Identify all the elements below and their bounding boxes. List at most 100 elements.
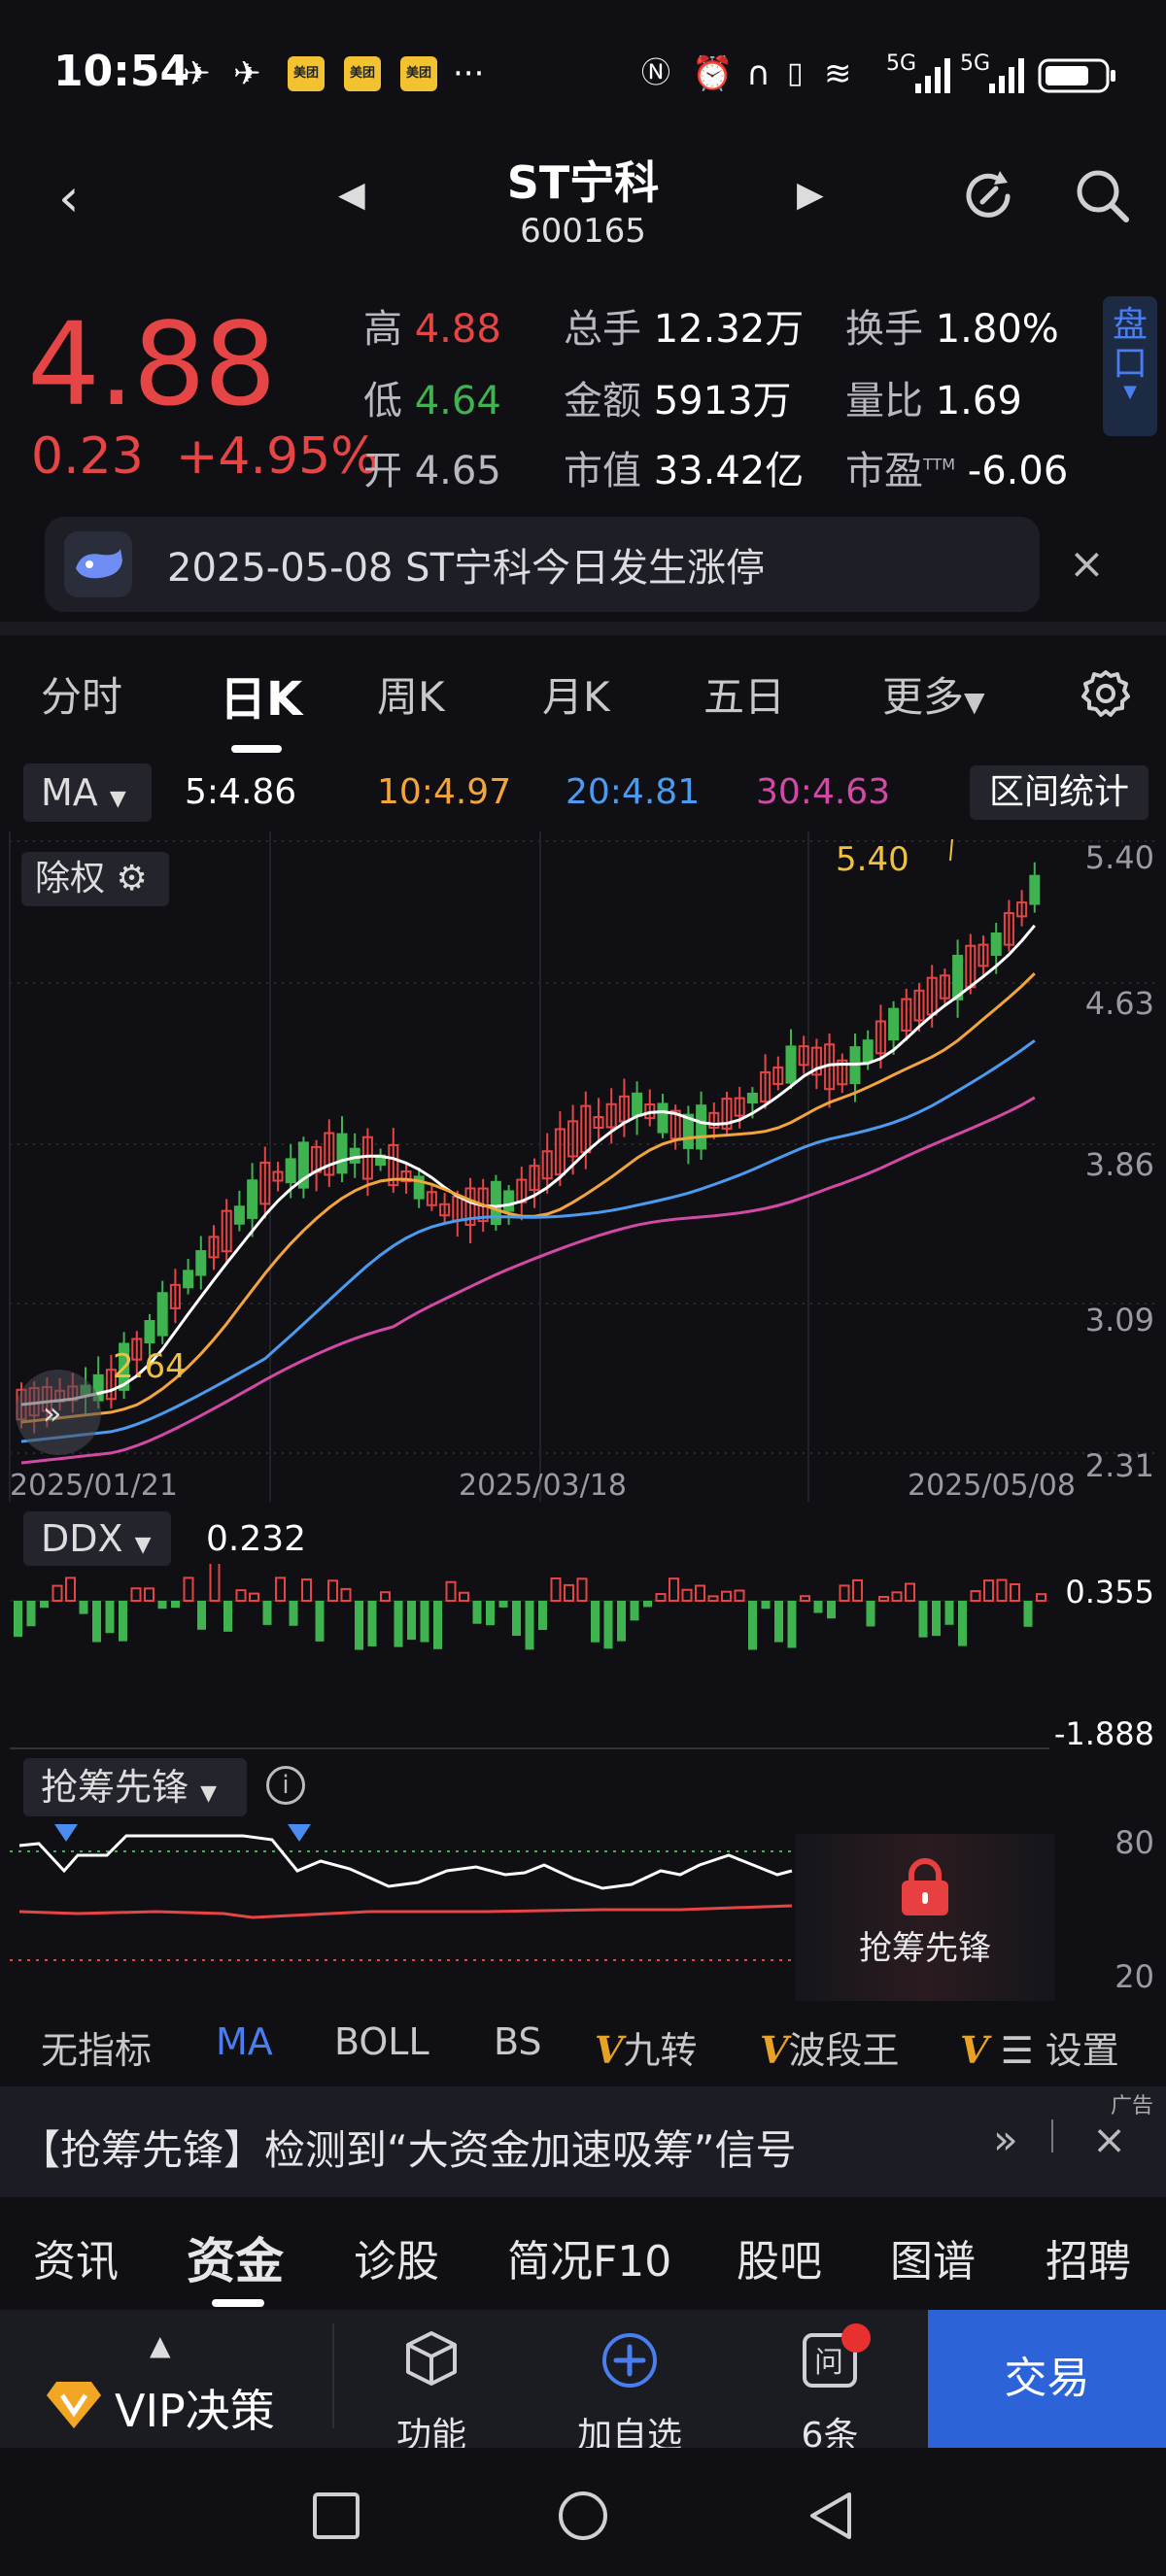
- ddx-bar: [1010, 1583, 1020, 1602]
- tab-daily-k[interactable]: 日K: [220, 661, 302, 729]
- battery-small-icon: ▯: [787, 56, 804, 90]
- info-icon[interactable]: i: [266, 1766, 305, 1805]
- lock-icon[interactable]: [896, 1857, 954, 1917]
- locked-indicator-label[interactable]: 抢筹先锋: [795, 1921, 1055, 1969]
- qiangchou-selector[interactable]: 抢筹先锋 ▼: [23, 1758, 247, 1816]
- candle: [285, 1158, 296, 1184]
- tab-weekly-k[interactable]: 周K: [377, 664, 445, 724]
- ddx-bar: [275, 1576, 286, 1602]
- cube-icon[interactable]: [402, 2329, 461, 2388]
- ddx-y-bottom: -1.888: [1053, 1715, 1154, 1752]
- double-chevron-icon[interactable]: »: [993, 2116, 1018, 2163]
- meituan-icon: 美团: [344, 56, 381, 91]
- tab-fenshi[interactable]: 分时: [41, 664, 122, 724]
- back-nav-icon[interactable]: [805, 2489, 859, 2543]
- amount-stat: 金额 5913万: [564, 379, 792, 424]
- indicator-boduanwang[interactable]: V波段王: [760, 2020, 900, 2074]
- ddx-y-top: 0.355: [1065, 1574, 1154, 1610]
- ddx-bar: [866, 1601, 875, 1627]
- volume-value: 12.32万: [653, 307, 805, 352]
- tab-news[interactable]: 资讯: [33, 2226, 119, 2288]
- pankou-button[interactable]: 盘口 ▼: [1103, 296, 1157, 436]
- ddx-bar: [367, 1601, 377, 1646]
- ddx-bar: [315, 1601, 325, 1642]
- expand-up-icon[interactable]: ▲: [150, 2329, 171, 2361]
- indicator-boll[interactable]: BOLL: [334, 2020, 429, 2063]
- ddx-bar: [498, 1601, 508, 1608]
- indicator-none[interactable]: 无指标: [41, 2020, 152, 2074]
- clock: 10:54: [53, 47, 190, 96]
- ddx-bar: [538, 1601, 547, 1631]
- tab-more[interactable]: 更多▼: [882, 664, 985, 724]
- ddx-bar: [734, 1589, 745, 1602]
- ddx-bar: [223, 1601, 232, 1632]
- ddx-bar: [721, 1590, 732, 1603]
- notification-badge: [841, 2323, 871, 2353]
- ddx-bar: [630, 1601, 639, 1621]
- gear-icon[interactable]: [1079, 666, 1133, 721]
- tab-five-day[interactable]: 五日: [703, 664, 785, 724]
- ma-selector[interactable]: MA ▼: [23, 763, 152, 822]
- tab-diagnosis[interactable]: 诊股: [354, 2226, 439, 2288]
- ddx-selector[interactable]: DDX ▼: [23, 1511, 171, 1566]
- tab-forum[interactable]: 股吧: [737, 2226, 822, 2288]
- ddx-bar: [681, 1588, 693, 1602]
- recents-icon[interactable]: [311, 2491, 361, 2541]
- range-stats-button[interactable]: 区间统计: [970, 765, 1149, 820]
- candle: [990, 932, 1002, 957]
- divider: [1051, 2119, 1053, 2152]
- ddx-chart[interactable]: [0, 1564, 1166, 1758]
- battery-icon: [1038, 58, 1115, 93]
- refresh-icon[interactable]: [957, 165, 1019, 227]
- current-price: 4.88: [27, 297, 277, 431]
- kline-chart[interactable]: 5.40 2.64 »: [0, 831, 1166, 1511]
- tab-recruit[interactable]: 招聘: [1046, 2226, 1131, 2288]
- qiangchou-white-line: [18, 1834, 793, 1890]
- add-circle-icon[interactable]: [600, 2331, 659, 2390]
- prev-stock-button[interactable]: ◀: [338, 175, 365, 215]
- ddx-bar: [340, 1587, 352, 1602]
- ma30-value: 30:4.63: [756, 772, 891, 812]
- news-text[interactable]: 2025-05-08 ST宁科今日发生涨停: [167, 536, 765, 593]
- double-chevron-icon[interactable]: »: [43, 1395, 62, 1432]
- indicator-ma[interactable]: MA: [216, 2020, 273, 2063]
- back-button[interactable]: ‹: [58, 167, 80, 228]
- close-icon[interactable]: ×: [1092, 2116, 1126, 2163]
- notification-icon: ✈: [233, 54, 261, 93]
- search-icon[interactable]: [1074, 167, 1132, 225]
- ddx-bar: [512, 1601, 521, 1637]
- ddx-bar: [839, 1584, 850, 1602]
- ddx-bar: [564, 1583, 574, 1602]
- ddx-bar: [355, 1601, 363, 1650]
- ddx-bar: [813, 1601, 823, 1613]
- qc-y-top: 80: [1115, 1824, 1154, 1861]
- ma5-value: 5:4.86: [185, 772, 297, 812]
- chuquan-button[interactable]: 除权 ⚙: [21, 852, 169, 906]
- ddx-bar: [394, 1601, 403, 1647]
- ma20-value: 20:4.81: [566, 772, 701, 812]
- ddx-bar: [486, 1601, 495, 1626]
- caret-down-icon: ▼: [134, 1533, 152, 1557]
- whale-icon: [64, 531, 132, 597]
- trade-button[interactable]: 交易: [928, 2310, 1166, 2448]
- close-icon[interactable]: ×: [1069, 539, 1105, 589]
- signal-marker-icon: [54, 1824, 78, 1842]
- tab-f10[interactable]: 简况F10: [507, 2226, 671, 2288]
- vip-v-icon: V: [595, 2028, 624, 2072]
- tab-monthly-k[interactable]: 月K: [542, 664, 610, 724]
- indicator-settings[interactable]: V ☰ 设置: [960, 2020, 1119, 2074]
- home-icon[interactable]: [556, 2489, 610, 2543]
- tab-graph[interactable]: 图谱: [890, 2226, 976, 2288]
- tab-funds[interactable]: 资金: [187, 2222, 284, 2292]
- next-stock-button[interactable]: ▶: [797, 175, 824, 215]
- stock-code: 600165: [520, 212, 646, 251]
- y-axis-label: 5.40: [1084, 839, 1154, 876]
- ddx-bar: [852, 1578, 863, 1602]
- vip-decision-button[interactable]: VIP决策: [115, 2376, 275, 2440]
- ad-text[interactable]: 【抢筹先锋】检测到“大资金加速吸筹”信号: [19, 2118, 797, 2177]
- indicator-bs[interactable]: BS: [494, 2020, 542, 2063]
- qiangchou-red-line: [18, 1904, 793, 1919]
- caret-down-icon: ▼: [200, 1781, 218, 1806]
- high-annotation-line: [949, 838, 953, 862]
- indicator-jiuzhuan[interactable]: V九转: [595, 2020, 698, 2074]
